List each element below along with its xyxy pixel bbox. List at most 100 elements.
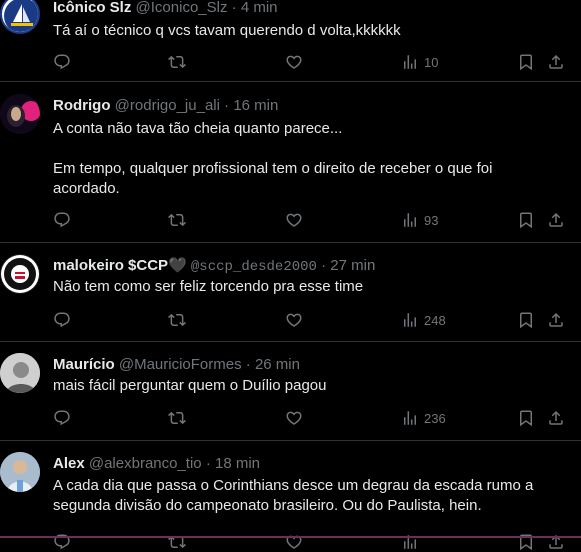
timestamp[interactable]: 4 min (241, 0, 278, 16)
like-button[interactable] (285, 52, 303, 72)
tweet-header: malokeiro $CCP🖤 @sccp_desde2000 · 27 min (53, 257, 375, 276)
user-name[interactable]: malokeiro $CCP (53, 257, 168, 274)
user-name[interactable]: Rodrigo (53, 97, 111, 114)
tweet-header: Alex @alexbranco_tio · 18 min (53, 455, 260, 473)
tweet-text: A conta não tava tão cheia quanto parece… (53, 120, 493, 197)
avatar-image (0, 353, 40, 393)
user-handle[interactable]: @Iconico_Slz (136, 0, 228, 16)
user-handle[interactable]: @sccp_desde2000 (191, 259, 317, 275)
timestamp[interactable]: 18 min (215, 455, 260, 472)
share-button[interactable] (547, 408, 565, 428)
reply-button[interactable] (53, 210, 71, 230)
share-button[interactable] (547, 532, 565, 552)
black-heart-emoji: 🖤 (168, 257, 187, 274)
tweet-item[interactable]: Alex @alexbranco_tio · 18 min A cada dia… (0, 441, 581, 551)
tweet-item[interactable]: Icônico Slz @Iconico_Slz · 4 min Tá aí o… (0, 0, 581, 82)
views-count: 10 (424, 54, 439, 70)
user-handle[interactable]: @MauricioFormes (119, 356, 242, 373)
bookmark-button[interactable] (517, 310, 535, 330)
bookmark-icon (517, 311, 535, 329)
retweet-button[interactable] (168, 310, 186, 330)
share-icon (547, 311, 565, 329)
avatar[interactable] (0, 452, 40, 492)
user-handle[interactable]: @rodrigo_ju_ali (115, 97, 220, 114)
like-button[interactable] (285, 310, 303, 330)
timestamp[interactable]: 27 min (330, 257, 375, 274)
retweet-button[interactable] (168, 210, 186, 230)
tweet-text: Tá aí o técnico q vcs tavam querendo d v… (53, 22, 401, 39)
views-icon (401, 311, 419, 329)
tweet-text: A cada dia que passa o Corinthians desce… (53, 477, 534, 514)
more-icon[interactable] (547, 0, 565, 18)
views-icon (401, 409, 419, 427)
tweet-header: Rodrigo @rodrigo_ju_ali · 16 min (53, 97, 278, 115)
share-icon (547, 409, 565, 427)
reply-button[interactable] (53, 408, 71, 428)
avatar[interactable] (0, 353, 40, 393)
user-name[interactable]: Alex (53, 455, 85, 472)
more-icon[interactable] (547, 98, 565, 116)
retweet-button[interactable] (168, 408, 186, 428)
reply-button[interactable] (53, 52, 71, 72)
tweet-actions: 248 (53, 310, 568, 330)
views-button[interactable]: 93 (401, 210, 438, 230)
views-icon (401, 211, 419, 229)
bookmark-button[interactable] (517, 408, 535, 428)
views-icon (401, 53, 419, 71)
separator-dot: · (205, 455, 211, 472)
bookmark-icon (517, 53, 535, 71)
views-count: 236 (424, 410, 446, 426)
tweet-header: Icônico Slz @Iconico_Slz · 4 min (53, 0, 278, 17)
more-icon[interactable] (547, 456, 565, 474)
avatar[interactable] (0, 0, 40, 34)
like-icon (285, 211, 303, 229)
retweet-button[interactable] (168, 52, 186, 72)
reply-icon (53, 53, 71, 71)
share-button[interactable] (547, 210, 565, 230)
retweet-icon (168, 211, 186, 229)
views-count: 248 (424, 312, 446, 328)
share-button[interactable] (547, 310, 565, 330)
retweet-button[interactable] (168, 532, 186, 552)
tweet-actions: 10 (53, 52, 568, 72)
user-handle[interactable]: @alexbranco_tio (89, 455, 202, 472)
avatar[interactable] (0, 254, 40, 294)
like-icon (285, 53, 303, 71)
views-button[interactable] (401, 532, 424, 552)
timestamp[interactable]: 16 min (233, 97, 278, 114)
retweet-icon (168, 311, 186, 329)
more-icon[interactable] (547, 357, 565, 375)
retweet-icon (168, 53, 186, 71)
bookmark-button[interactable] (517, 52, 535, 72)
separator-dot: · (321, 257, 327, 274)
like-button[interactable] (285, 532, 303, 552)
share-button[interactable] (547, 52, 565, 72)
tweet-actions: 236 (53, 408, 568, 428)
user-name[interactable]: Icônico Slz (53, 0, 131, 16)
avatar[interactable] (0, 94, 40, 134)
tweet-item[interactable]: Rodrigo @rodrigo_ju_ali · 16 min A conta… (0, 82, 581, 243)
reply-icon (53, 211, 71, 229)
bookmark-icon (517, 409, 535, 427)
tweet-item[interactable]: malokeiro $CCP🖤 @sccp_desde2000 · 27 min… (0, 243, 581, 342)
like-button[interactable] (285, 210, 303, 230)
bookmark-button[interactable] (517, 210, 535, 230)
separator-dot: · (224, 97, 230, 114)
views-button[interactable]: 248 (401, 310, 446, 330)
like-button[interactable] (285, 408, 303, 428)
reply-icon (53, 409, 71, 427)
views-button[interactable]: 236 (401, 408, 446, 428)
reply-button[interactable] (53, 532, 71, 552)
views-button[interactable]: 10 (401, 52, 438, 72)
reply-button[interactable] (53, 310, 71, 330)
like-icon (285, 409, 303, 427)
like-icon (285, 311, 303, 329)
bookmark-button[interactable] (517, 532, 535, 552)
user-name[interactable]: Maurício (53, 356, 115, 373)
sailboat-logo-icon (4, 0, 38, 32)
more-icon[interactable] (547, 258, 565, 276)
timestamp[interactable]: 26 min (255, 356, 300, 373)
reply-icon (53, 311, 71, 329)
avatar-image (0, 94, 40, 134)
tweet-item[interactable]: Maurício @MauricioFormes · 26 min mais f… (0, 342, 581, 441)
